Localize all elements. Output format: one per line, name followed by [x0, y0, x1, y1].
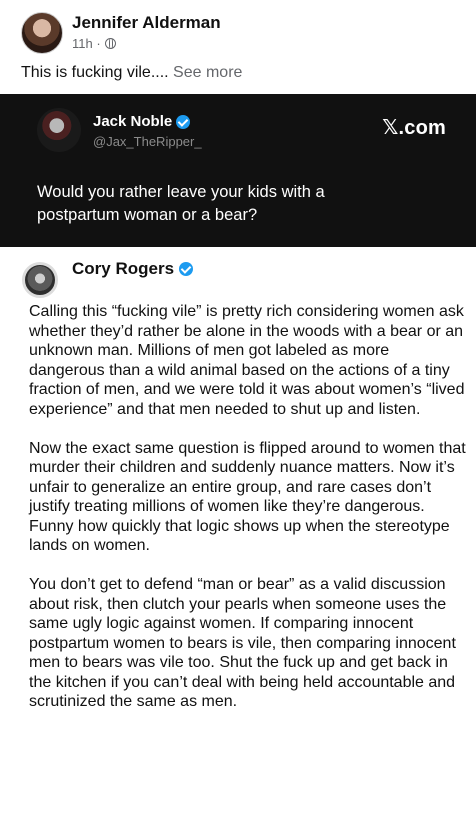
x-post-text: Would you rather leave your kids with a …: [37, 183, 325, 224]
reply-author-name-row: Cory Rogers: [72, 259, 194, 279]
reply-paragraph: Now the exact same question is flipped a…: [29, 439, 466, 555]
see-more-link[interactable]: See more: [173, 64, 242, 81]
verified-badge-icon: [179, 262, 194, 276]
author-name[interactable]: Jennifer Alderman: [72, 13, 221, 33]
x-site-label: 𝕏.com: [382, 117, 446, 139]
facebook-post-header: Jennifer Alderman 11h · This is fucking …: [0, 0, 476, 94]
x-author-avatar: [37, 108, 81, 152]
reply-body: Calling this “fucking vile” is pretty ri…: [29, 302, 469, 712]
x-author-handle: @Jax_TheRipper_: [93, 134, 202, 149]
post-caption: This is fucking vile....: [21, 64, 174, 81]
reply-paragraph: You don’t get to defend “man or bear” as…: [29, 576, 456, 710]
post-time[interactable]: 11h ·: [72, 36, 101, 51]
embedded-x-post: Jack Noble @Jax_TheRipper_ 𝕏.com Would y…: [0, 94, 476, 247]
x-author-name-row: Jack Noble: [93, 113, 191, 130]
reply-author-name: Cory Rogers: [72, 259, 175, 278]
verified-badge-icon: [176, 114, 191, 129]
reply-paragraph: Calling this “fucking vile” is pretty ri…: [29, 303, 465, 418]
post-meta: 11h ·: [72, 36, 116, 51]
globe-icon: [104, 38, 116, 49]
x-author-name: Jack Noble: [93, 113, 173, 130]
post-text: This is fucking vile.... See more: [21, 64, 242, 82]
reply-post: Cory Rogers Calling this “fucking vile” …: [0, 247, 476, 840]
reply-author-avatar: [22, 262, 58, 298]
author-avatar[interactable]: [21, 12, 63, 54]
